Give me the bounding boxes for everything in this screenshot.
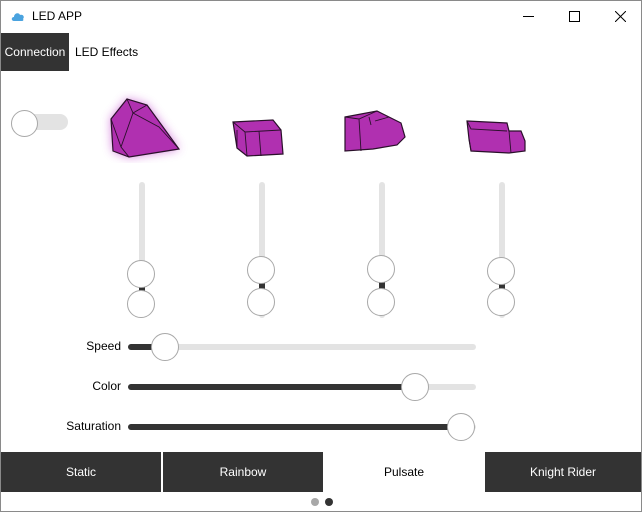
- page-indicator: [1, 496, 641, 508]
- app-window: LED APP Connection LED Effects Speed Col…: [0, 0, 642, 512]
- led-3-shape[interactable]: [339, 107, 409, 155]
- led-4-range-slider[interactable]: [487, 182, 517, 322]
- minimize-icon: [522, 16, 534, 17]
- close-button[interactable]: [597, 1, 642, 32]
- led-3-range-slider[interactable]: [367, 182, 397, 322]
- power-toggle[interactable]: [11, 110, 68, 137]
- led-1-shape[interactable]: [99, 91, 189, 163]
- range-low-handle[interactable]: [247, 288, 275, 316]
- color-label: Color: [92, 379, 121, 393]
- speed-slider-thumb[interactable]: [151, 333, 179, 361]
- range-high-handle[interactable]: [367, 255, 395, 283]
- tab-connection[interactable]: Connection: [1, 33, 69, 71]
- cloud-icon: [11, 13, 24, 21]
- speed-control: Speed: [1, 332, 641, 362]
- effect-tab-knight-rider[interactable]: Knight Rider: [485, 452, 641, 492]
- speed-label: Speed: [86, 339, 121, 353]
- toggle-knob: [11, 110, 38, 137]
- led-2-shape[interactable]: [229, 114, 289, 160]
- close-icon: [614, 11, 626, 22]
- range-low-handle[interactable]: [487, 288, 515, 316]
- speed-rail[interactable]: [128, 344, 476, 350]
- maximize-icon: [568, 11, 580, 22]
- minimize-button[interactable]: [505, 1, 551, 32]
- effect-tab-pulsate[interactable]: Pulsate: [323, 452, 485, 492]
- led-1-range-slider[interactable]: [127, 182, 157, 322]
- color-fill: [128, 384, 416, 390]
- effect-tab-rainbow[interactable]: Rainbow: [163, 452, 323, 492]
- range-high-handle[interactable]: [487, 257, 515, 285]
- range-low-handle[interactable]: [367, 288, 395, 316]
- saturation-fill: [128, 424, 462, 430]
- saturation-label: Saturation: [66, 419, 121, 433]
- page-dot-1[interactable]: [311, 498, 319, 506]
- maximize-button[interactable]: [551, 1, 597, 32]
- saturation-control: Saturation: [1, 412, 641, 442]
- range-high-handle[interactable]: [127, 260, 155, 288]
- color-slider-thumb[interactable]: [401, 373, 429, 401]
- effect-tabs: Static Rainbow Pulsate Knight Rider: [1, 452, 641, 492]
- range-low-handle[interactable]: [127, 290, 155, 318]
- page-dot-2[interactable]: [325, 498, 333, 506]
- led-4-shape[interactable]: [463, 115, 531, 157]
- title-bar[interactable]: LED APP: [1, 1, 641, 32]
- color-control: Color: [1, 372, 641, 402]
- app-title: LED APP: [32, 9, 83, 23]
- effect-tab-static[interactable]: Static: [1, 452, 161, 492]
- led-2-range-slider[interactable]: [247, 182, 277, 322]
- tab-led-effects[interactable]: LED Effects: [69, 33, 144, 71]
- top-nav: Connection LED Effects: [1, 33, 641, 71]
- range-high-handle[interactable]: [247, 256, 275, 284]
- saturation-slider-thumb[interactable]: [447, 413, 475, 441]
